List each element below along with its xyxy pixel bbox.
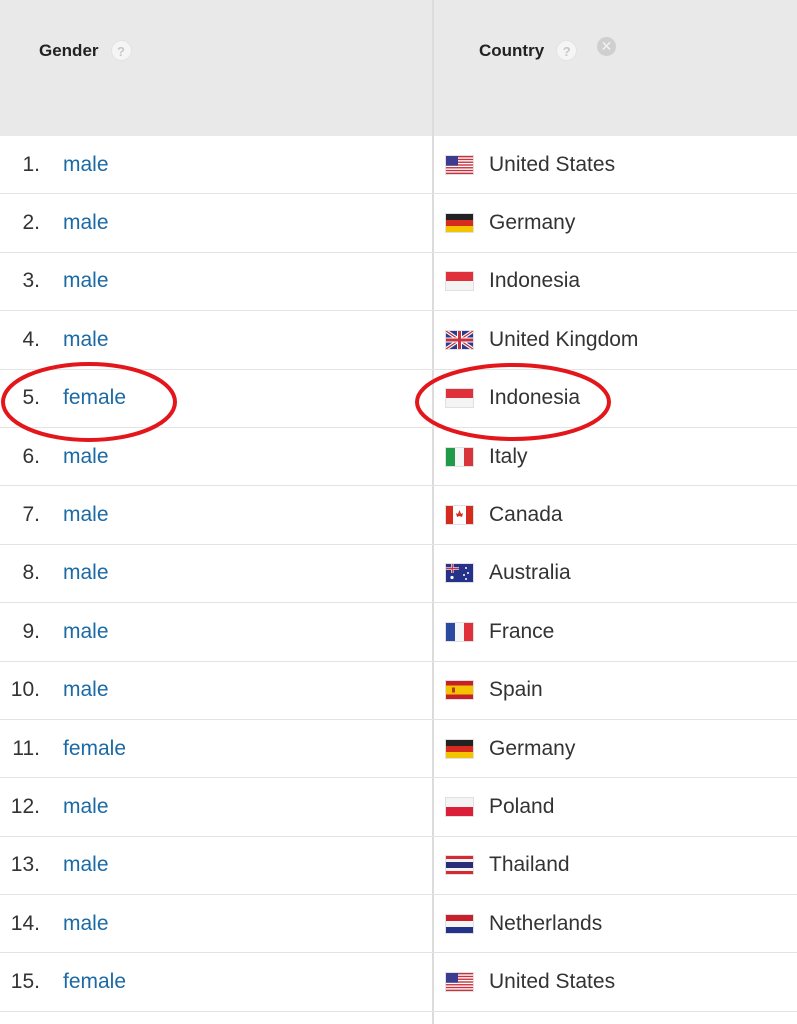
country-name: Netherlands [489,911,603,935]
table-header: Gender ? Country ? ✕ [0,0,797,136]
country-header-label: Country [479,40,545,60]
row-index: 3. [22,269,40,293]
table-row: 12. male Poland [0,778,797,837]
table-row: 10. male Spain [0,662,797,720]
country-name: Spain [489,678,543,702]
gender-column-header[interactable]: Gender ? [39,40,132,61]
row-index: 11. [12,736,40,760]
row-index: 1. [22,152,40,176]
flag-ca-icon [446,506,473,525]
gender-link[interactable]: male [63,853,109,877]
flag-gb-icon [446,330,473,349]
flag-us-icon [446,155,473,174]
row-index: 4. [22,327,40,351]
country-name: Germany [489,736,576,760]
flag-id-icon [446,389,473,408]
flag-id-icon [446,272,473,291]
country-name: United Kingdom [489,327,639,351]
country-name: Canada [489,503,563,527]
country-column-header[interactable]: Country ? [479,40,578,61]
row-index: 10. [10,678,40,702]
row-index: 5. [22,386,40,410]
gender-header-label: Gender [39,40,99,60]
gender-link[interactable]: male [63,328,109,352]
table-row: 11. female Germany [0,720,797,779]
gender-link[interactable]: male [63,269,109,293]
report-table: Gender ? Country ? ✕ 1. male United States… [0,0,797,1024]
gender-link[interactable]: male [63,445,109,469]
country-name: Poland [489,794,555,818]
country-name: United States [489,152,616,176]
gender-link[interactable]: male [63,795,109,819]
flag-de-icon [446,739,473,758]
table-row: 1. male United States [0,136,797,195]
gender-link[interactable]: male [63,678,109,702]
country-name: Germany [489,211,576,235]
row-index: 7. [22,503,40,527]
flag-it-icon [446,447,473,466]
country-name: Australia [489,561,571,585]
gender-help-icon[interactable]: ? [110,40,132,61]
table-row: 14. male Netherlands [0,895,797,954]
country-name: France [489,619,555,643]
table-row: 7. male Canada [0,486,797,545]
row-index: 14. [10,911,40,935]
country-name: Indonesia [489,269,581,293]
gender-link[interactable]: male [63,561,109,585]
table-row: 9. male France [0,603,797,662]
country-name: Thailand [489,853,570,877]
table-row: 3. male Indonesia [0,253,797,312]
flag-us-icon [446,973,473,992]
row-index: 2. [22,211,40,235]
flag-fr-icon [446,622,473,641]
table-row: 8. male Australia [0,545,797,604]
flag-pl-icon [446,797,473,816]
table-row: 13. male Thailand [0,837,797,896]
row-index: 9. [22,619,40,643]
table-row: 5. female Indonesia [0,370,797,428]
gender-link[interactable]: female [63,386,126,410]
gender-link[interactable]: male [63,153,109,177]
table-body: 1. male United States 2. male Germany 3. male In… [0,136,797,1012]
flag-au-icon [446,564,473,583]
gender-link[interactable]: male [63,503,109,527]
gender-link[interactable]: male [63,211,109,235]
row-index: 6. [22,444,40,468]
row-index: 15. [10,970,40,994]
gender-link[interactable]: female [63,737,126,761]
gender-link[interactable]: male [63,912,109,936]
country-help-icon[interactable]: ? [556,40,578,61]
gender-link[interactable]: female [63,970,126,994]
flag-th-icon [446,856,473,875]
flag-nl-icon [446,914,473,933]
flag-de-icon [446,214,473,233]
country-name: United States [489,970,616,994]
row-index: 8. [22,561,40,585]
country-name: Indonesia [489,386,581,410]
gender-link[interactable]: male [63,620,109,644]
table-row: 2. male Germany [0,194,797,253]
table-row: 4. male United Kingdom [0,311,797,370]
remove-dimension-icon[interactable]: ✕ [597,37,616,56]
row-index: 13. [10,853,40,877]
table-row: 15. female United States [0,953,797,1012]
flag-es-icon [446,681,473,700]
table-row: 6. male Italy [0,428,797,487]
country-name: Italy [489,444,528,468]
row-index: 12. [10,794,40,818]
